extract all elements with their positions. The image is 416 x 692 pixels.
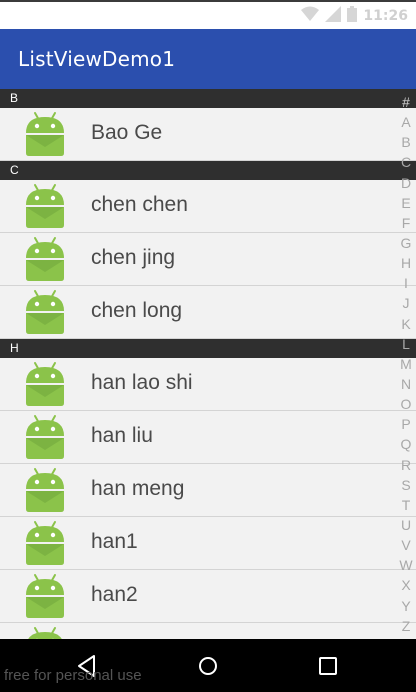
index-letter[interactable]: P [396,414,416,434]
list-item[interactable]: chen long [0,286,416,339]
index-letter[interactable]: Q [396,434,416,454]
list-item[interactable] [0,623,416,639]
android-icon [22,111,68,157]
list-item-name: han2 [91,583,138,606]
index-letter[interactable]: V [396,535,416,555]
signal-icon [325,6,342,26]
navigation-bar [0,639,416,692]
home-button[interactable] [195,653,221,679]
list-item-name: chen jing [91,246,176,269]
list-item[interactable]: han lao shi [0,358,416,411]
index-letter[interactable]: K [396,314,416,334]
watermark-text: free for personal use [4,667,142,684]
index-letter[interactable]: F [396,213,416,233]
contact-list[interactable]: B Bao Ge Cchen chen chen jing chen long Hhan … [0,89,416,639]
android-icon [22,467,68,513]
index-letter[interactable]: N [396,374,416,394]
list-item-name: chen chen [91,193,188,216]
status-bar: 11:26 [0,0,416,29]
list-item-name: han liu [91,424,153,447]
android-icon [22,520,68,566]
list-item-name: han lao shi [91,371,193,394]
android-icon [22,236,68,282]
index-letter[interactable]: E [396,193,416,213]
list-item[interactable]: han2 [0,570,416,623]
app-title: ListViewDemo1 [18,47,176,71]
list-item-name: han meng [91,477,185,500]
alphabet-index-bar[interactable]: # A B C D E F G H I J K L M N O P Q R S T U V W X Y Z [396,92,416,636]
index-letter[interactable]: J [396,293,416,313]
list-item[interactable]: han liu [0,411,416,464]
list-item[interactable]: Bao Ge [0,108,416,161]
list-item-name: chen long [91,299,183,322]
android-icon [22,361,68,407]
list-item-name: Bao Ge [91,121,163,144]
index-letter[interactable]: D [396,173,416,193]
android-icon [22,573,68,619]
index-letter[interactable]: Z [396,616,416,636]
section-header-b: B [0,89,416,108]
wifi-icon [301,6,320,26]
list-item[interactable]: chen jing [0,233,416,286]
index-letter[interactable]: L [396,334,416,354]
index-letter[interactable]: Y [396,596,416,616]
index-letter[interactable]: H [396,253,416,273]
section-header-c: C [0,161,416,180]
list-item-name: han1 [91,530,138,553]
index-letter[interactable]: A [396,112,416,132]
android-icon [22,289,68,335]
android-icon [22,626,68,639]
index-letter[interactable]: W [396,555,416,575]
status-bar-top-line [0,0,416,2]
index-letter[interactable]: X [396,575,416,595]
index-letter[interactable]: T [396,495,416,515]
index-letter[interactable]: C [396,152,416,172]
section-header-h: H [0,339,416,358]
index-letter[interactable]: G [396,233,416,253]
list-item[interactable]: chen chen [0,180,416,233]
index-letter[interactable]: S [396,475,416,495]
battery-icon [347,6,358,26]
home-icon [199,657,217,675]
android-icon [22,183,68,229]
index-letter[interactable]: I [396,273,416,293]
index-letter[interactable]: R [396,455,416,475]
index-letter[interactable]: B [396,132,416,152]
index-letter[interactable]: O [396,394,416,414]
status-icons: 11:26 [301,6,408,26]
index-letter[interactable]: U [396,515,416,535]
status-time: 11:26 [363,8,408,24]
recents-button[interactable] [315,653,341,679]
list-item[interactable]: han1 [0,517,416,570]
recents-icon [319,657,337,675]
android-icon [22,414,68,460]
list-item[interactable]: han meng [0,464,416,517]
index-letter[interactable]: # [396,92,416,112]
index-letter[interactable]: M [396,354,416,374]
app-bar: ListViewDemo1 [0,29,416,89]
